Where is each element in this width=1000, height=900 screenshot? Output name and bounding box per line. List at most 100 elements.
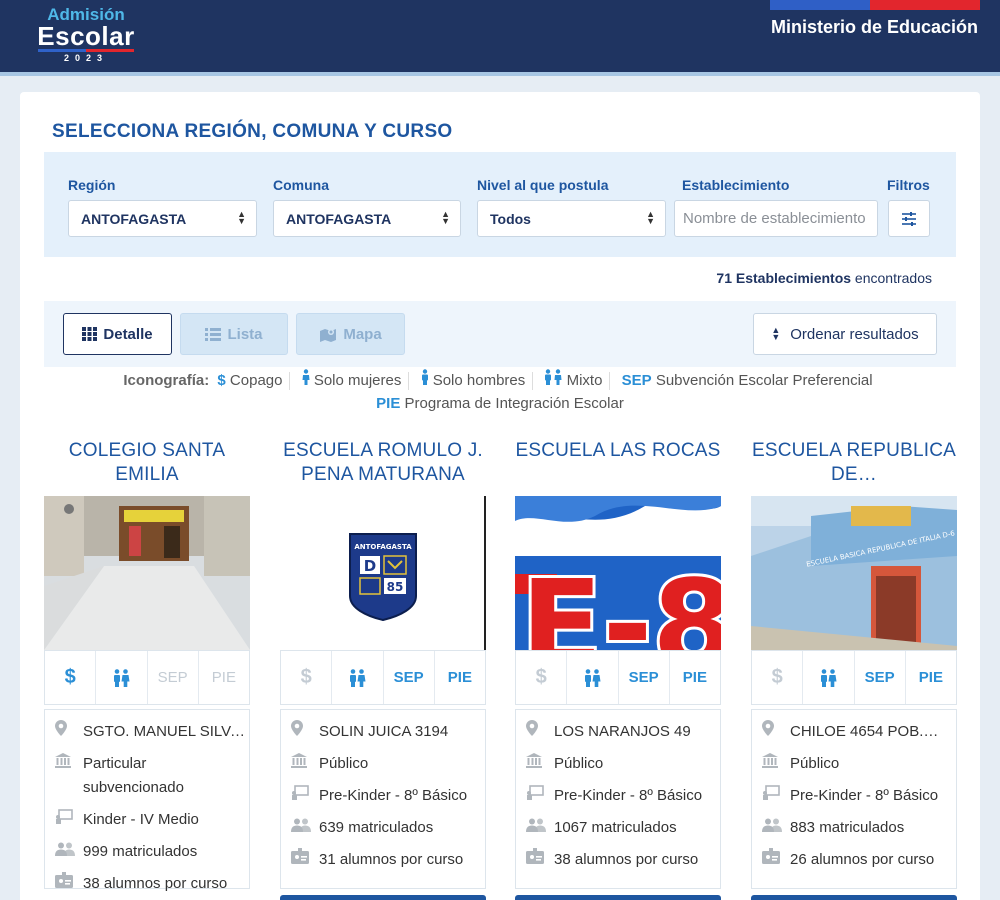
teacher-board-icon xyxy=(55,808,83,832)
school-address: SGTO. MANUEL SILVA… xyxy=(83,723,245,740)
svg-text:85: 85 xyxy=(387,580,404,594)
sort-label: Ordenar resultados xyxy=(790,325,919,343)
school-photo[interactable]: ESCUELA BASICA REPUBLICA DE ITALIA D-6 xyxy=(751,496,957,650)
establecimiento-label: Establecimiento xyxy=(682,177,790,193)
school-action-button[interactable] xyxy=(515,895,721,900)
svg-text:ANTOFAGASTA: ANTOFAGASTA xyxy=(354,543,412,551)
id-badge-icon xyxy=(526,848,554,872)
school-photo[interactable]: ANTOFAGASTA D 85 xyxy=(280,496,486,650)
legend-sep-text: Subvención Escolar Preferencial xyxy=(655,372,873,389)
copago-dollar-icon: $ xyxy=(535,666,547,688)
teacher-board-icon xyxy=(291,784,319,808)
man-icon xyxy=(421,369,428,385)
school-per-course: 31 alumnos por curso xyxy=(319,851,464,868)
view-detalle-button[interactable]: Detalle xyxy=(63,313,172,355)
school-per-course: 38 alumnos por curso xyxy=(83,875,228,892)
school-photo[interactable] xyxy=(44,496,250,650)
nivel-select[interactable]: Todos ▲ ▼ xyxy=(477,200,666,237)
school-levels: Pre-Kinder - 8º Básico xyxy=(319,787,468,804)
id-badge-icon xyxy=(762,848,790,872)
page-title: SELECCIONA REGIÓN, COMUNA Y CURSO xyxy=(52,121,453,142)
school-levels: Pre-Kinder - 8º Básico xyxy=(790,787,939,804)
school-features: $ SEP PIE xyxy=(515,650,721,705)
legend-mixto: Mixto xyxy=(566,372,603,389)
view-detalle-label: Detalle xyxy=(103,325,153,343)
results-count: 71 Establecimientos encontrados xyxy=(716,270,932,286)
legend-pie-text: Programa de Integración Escolar xyxy=(404,395,624,412)
copago-dollar-icon: $ xyxy=(300,666,312,688)
svg-text:D: D xyxy=(364,557,376,575)
sort-icon: ▲ ▼ xyxy=(771,325,781,342)
pie-badge: PIE xyxy=(376,395,401,412)
filtros-label: Filtros xyxy=(887,177,930,193)
nivel-label: Nivel al que postula xyxy=(477,177,609,193)
results-count-number: 71 Establecimientos xyxy=(716,270,852,286)
logo-year: 2023 xyxy=(63,53,109,63)
school-features: $ SEP PIE xyxy=(280,650,486,705)
select-arrows-icon: ▲ ▼ xyxy=(646,209,655,226)
region-select-value: ANTOFAGASTA xyxy=(81,211,187,227)
nivel-select-value: Todos xyxy=(490,211,531,227)
view-lista-button[interactable]: Lista xyxy=(180,313,288,355)
comuna-select-value: ANTOFAGASTA xyxy=(286,211,392,227)
establecimiento-input[interactable] xyxy=(674,200,878,237)
school-photo[interactable]: E-87 xyxy=(515,496,721,650)
comuna-select[interactable]: ANTOFAGASTA ▲ ▼ xyxy=(273,200,461,237)
select-arrows-icon: ▲ ▼ xyxy=(237,209,246,226)
school-address: SOLIN JUICA 3194 xyxy=(319,723,449,740)
view-mapa-button[interactable]: Mapa xyxy=(296,313,405,355)
school-name[interactable]: COLEGIO SANTA EMILIA xyxy=(44,439,250,489)
site-header: Admisión Escolar 2023 Ministerio de Educ… xyxy=(0,0,1000,72)
ministry-flag-stripe xyxy=(770,0,980,10)
sep-badge: SEP xyxy=(617,651,669,704)
mixed-gender-icon xyxy=(545,369,562,385)
region-select[interactable]: ANTOFAGASTA ▲ ▼ xyxy=(68,200,257,237)
school-levels: Pre-Kinder - 8º Básico xyxy=(554,787,703,804)
iconography-legend: Iconografía: $ Copago Solo mujeres Solo … xyxy=(44,369,956,415)
teacher-board-icon xyxy=(526,784,554,808)
map-icon xyxy=(320,328,337,342)
location-pin-icon xyxy=(762,720,790,744)
svg-text:E-87: E-87 xyxy=(521,556,721,650)
legend-hombres: Solo hombres xyxy=(432,372,526,389)
woman-icon xyxy=(302,369,310,385)
students-icon xyxy=(762,816,790,840)
logo-line2: Escolar xyxy=(37,21,135,51)
select-arrows-icon: ▲ ▼ xyxy=(441,209,450,226)
institution-icon xyxy=(55,752,83,800)
school-per-course: 38 alumnos por curso xyxy=(554,851,699,868)
sep-badge: SEP xyxy=(621,372,652,389)
institution-icon xyxy=(762,752,790,776)
admision-escolar-logo[interactable]: Admisión Escolar 2023 xyxy=(36,6,136,66)
header-divider xyxy=(0,72,1000,76)
results-count-suffix: encontrados xyxy=(851,270,932,286)
copago-dollar-icon: $ xyxy=(771,666,783,688)
students-icon xyxy=(291,816,319,840)
sep-badge: SEP xyxy=(382,651,434,704)
school-enrolled: 1067 matriculados xyxy=(554,819,677,836)
pie-badge: PIE xyxy=(904,651,956,704)
school-levels: Kinder - IV Medio xyxy=(83,811,199,828)
mixed-gender-icon xyxy=(95,651,146,704)
school-details: SGTO. MANUEL SILVA… Particular subvencion… xyxy=(44,709,250,892)
school-type: Público xyxy=(790,755,840,772)
ministry-name[interactable]: Ministerio de Educación xyxy=(771,17,978,38)
comuna-label: Comuna xyxy=(273,177,329,193)
pie-badge: PIE xyxy=(668,651,720,704)
school-enrolled: 639 matriculados xyxy=(319,819,434,836)
school-name[interactable]: ESCUELA REPUBLICA DE… xyxy=(751,439,957,489)
sep-badge: SEP xyxy=(146,651,198,704)
sort-results-button[interactable]: ▲ ▼ Ordenar resultados xyxy=(753,313,937,355)
school-name[interactable]: ESCUELA ROMULO J. PENA MATURANA xyxy=(280,439,486,489)
school-address: LOS NARANJOS 49 xyxy=(554,723,691,740)
school-name[interactable]: ESCUELA LAS ROCAS xyxy=(515,439,721,489)
location-pin-icon xyxy=(526,720,554,744)
school-action-button[interactable] xyxy=(280,895,486,900)
filters-button[interactable] xyxy=(888,200,930,237)
school-type: Público xyxy=(554,755,604,772)
school-details: LOS NARANJOS 49 Público Pre-Kinder - 8º Bá… xyxy=(515,709,721,889)
location-pin-icon xyxy=(291,720,319,744)
mixed-gender-icon xyxy=(566,651,617,704)
school-action-button[interactable] xyxy=(751,895,957,900)
mixed-gender-icon xyxy=(802,651,853,704)
